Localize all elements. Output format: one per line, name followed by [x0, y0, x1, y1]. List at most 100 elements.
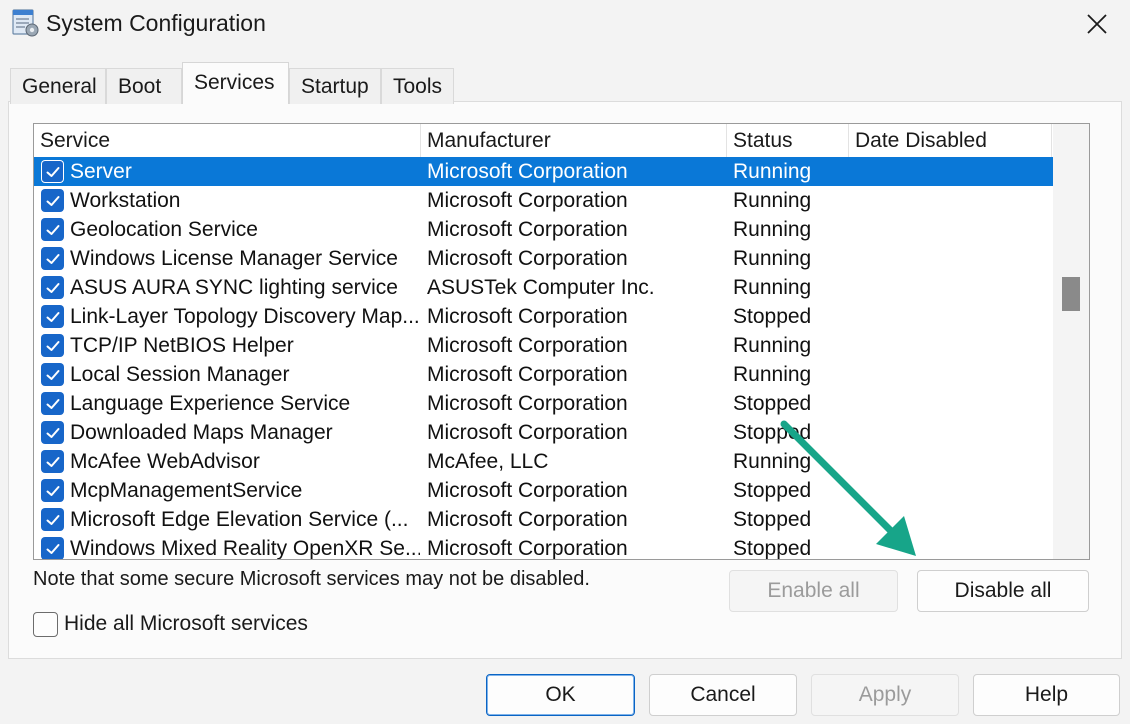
status-cell: Running [733, 218, 812, 241]
ok-button[interactable]: OK [486, 674, 635, 716]
table-row[interactable]: Language Experience Service Microsoft Cor… [34, 389, 1054, 418]
service-checkbox[interactable] [41, 218, 64, 241]
help-button[interactable]: Help [973, 674, 1120, 716]
column-header-status[interactable]: Status [727, 124, 849, 157]
checkmark-icon [46, 427, 59, 438]
table-row[interactable]: Microsoft Edge Elevation Service (... Mic… [34, 505, 1054, 534]
date-disabled-cell [855, 534, 1050, 559]
note-text: Note that some secure Microsoft services… [33, 568, 590, 590]
date-disabled-cell [855, 389, 1050, 418]
manufacturer-cell: Microsoft Corporation [427, 218, 628, 241]
checkmark-icon [46, 398, 59, 409]
service-checkbox[interactable] [41, 479, 64, 502]
tab-startup[interactable]: Startup [289, 68, 381, 104]
date-disabled-cell [855, 273, 1050, 302]
msconfig-icon [10, 8, 40, 38]
date-disabled-cell [855, 447, 1050, 476]
status-cell: Stopped [733, 305, 812, 328]
disable-all-button[interactable]: Disable all [917, 570, 1089, 612]
hide-microsoft-services-checkbox[interactable] [33, 611, 58, 637]
date-disabled-cell [855, 244, 1050, 273]
status-cell: Stopped [733, 392, 812, 415]
enable-all-button[interactable]: Enable all [729, 570, 898, 612]
service-name-cell: McpManagementService [70, 479, 303, 502]
status-cell: Stopped [733, 479, 812, 502]
table-row[interactable]: Server Microsoft Corporation Running [34, 157, 1054, 186]
window-title: System Configuration [46, 10, 266, 36]
service-checkbox[interactable] [41, 421, 64, 444]
scrollbar-thumb[interactable] [1062, 277, 1080, 311]
vertical-scrollbar[interactable] [1053, 124, 1089, 559]
title-bar: System Configuration [0, 0, 1130, 52]
status-cell: Running [733, 160, 812, 183]
date-disabled-cell [855, 157, 1050, 186]
manufacturer-cell: Microsoft Corporation [427, 189, 628, 212]
service-name-cell: McAfee WebAdvisor [70, 450, 260, 473]
table-row[interactable]: Windows License Manager Service Microsoft… [34, 244, 1054, 273]
tab-tools[interactable]: Tools [381, 68, 454, 104]
service-checkbox[interactable] [41, 363, 64, 386]
service-checkbox[interactable] [41, 247, 64, 270]
table-row[interactable]: ASUS AURA SYNC lighting service ASUSTek C… [34, 273, 1054, 302]
cancel-button[interactable]: Cancel [649, 674, 797, 716]
system-configuration-window: System Configuration General Boot Servic… [0, 0, 1130, 724]
service-name-cell: Link-Layer Topology Discovery Map... [70, 305, 420, 328]
service-checkbox[interactable] [41, 334, 64, 357]
table-row[interactable]: Windows Mixed Reality OpenXR Se... Micros… [34, 534, 1054, 560]
services-list[interactable]: Service Manufacturer Status Date Disable… [33, 123, 1090, 560]
status-cell: Stopped [733, 508, 812, 531]
date-disabled-cell [855, 331, 1050, 360]
service-name-cell: TCP/IP NetBIOS Helper [70, 334, 294, 357]
table-row[interactable]: Geolocation Service Microsoft Corporation… [34, 215, 1054, 244]
table-row[interactable]: McAfee WebAdvisor McAfee, LLC Running [34, 447, 1054, 476]
manufacturer-cell: Microsoft Corporation [427, 247, 628, 270]
status-cell: Running [733, 450, 812, 473]
tab-general[interactable]: General [10, 68, 106, 104]
service-checkbox[interactable] [41, 189, 64, 212]
hide-microsoft-services-label: Hide all Microsoft services [64, 612, 308, 635]
tab-services[interactable]: Services [182, 62, 289, 104]
service-name-cell: Server [70, 160, 132, 183]
date-disabled-cell [855, 505, 1050, 534]
manufacturer-cell: Microsoft Corporation [427, 421, 628, 444]
service-checkbox[interactable] [41, 508, 64, 531]
manufacturer-cell: Microsoft Corporation [427, 363, 628, 386]
column-header-service[interactable]: Service [34, 124, 421, 157]
apply-button[interactable]: Apply [811, 674, 959, 716]
service-checkbox[interactable] [41, 392, 64, 415]
status-cell: Running [733, 334, 812, 357]
manufacturer-cell: McAfee, LLC [427, 450, 549, 473]
column-header-manufacturer[interactable]: Manufacturer [421, 124, 727, 157]
close-button[interactable] [1064, 0, 1130, 48]
status-cell: Running [733, 247, 812, 270]
list-header: Service Manufacturer Status Date Disable… [34, 124, 1054, 157]
checkmark-icon [46, 166, 59, 177]
manufacturer-cell: Microsoft Corporation [427, 392, 628, 415]
service-checkbox[interactable] [41, 276, 64, 299]
tab-boot[interactable]: Boot [106, 68, 182, 104]
service-name-cell: Windows License Manager Service [70, 247, 398, 270]
checkmark-icon [46, 195, 59, 206]
checkmark-icon [46, 340, 59, 351]
table-row[interactable]: Downloaded Maps Manager Microsoft Corpora… [34, 418, 1054, 447]
service-checkbox[interactable] [41, 305, 64, 328]
service-checkbox[interactable] [41, 160, 64, 183]
table-row[interactable]: Link-Layer Topology Discovery Map... Micr… [34, 302, 1054, 331]
date-disabled-cell [855, 302, 1050, 331]
checkmark-icon [46, 282, 59, 293]
service-checkbox[interactable] [41, 537, 64, 559]
table-row[interactable]: Local Session Manager Microsoft Corporati… [34, 360, 1054, 389]
hide-microsoft-services-option[interactable]: Hide all Microsoft services [33, 610, 308, 638]
date-disabled-cell [855, 360, 1050, 389]
table-row[interactable]: McpManagementService Microsoft Corporatio… [34, 476, 1054, 505]
table-row[interactable]: Workstation Microsoft Corporation Running [34, 186, 1054, 215]
manufacturer-cell: Microsoft Corporation [427, 479, 628, 502]
service-name-cell: Windows Mixed Reality OpenXR Se... [70, 537, 420, 560]
service-name-cell: Downloaded Maps Manager [70, 421, 333, 444]
manufacturer-cell: ASUSTek Computer Inc. [427, 276, 655, 299]
status-cell: Running [733, 189, 812, 212]
table-row[interactable]: TCP/IP NetBIOS Helper Microsoft Corporati… [34, 331, 1054, 360]
column-header-date-disabled[interactable]: Date Disabled [849, 124, 1052, 157]
service-checkbox[interactable] [41, 450, 64, 473]
date-disabled-cell [855, 186, 1050, 215]
